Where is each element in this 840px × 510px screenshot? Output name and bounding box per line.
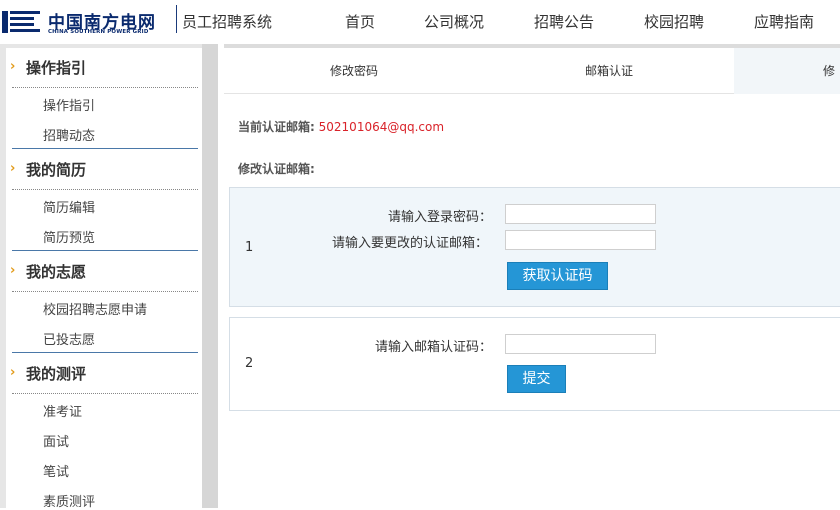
code-label: 请输入邮箱认证码： bbox=[375, 340, 493, 355]
modify-email-label: 修改认证邮箱: bbox=[238, 162, 315, 176]
sidebar-item-guide[interactable]: 操作指引 bbox=[43, 95, 95, 114]
step1-number: 1 bbox=[245, 240, 254, 255]
nav-recruitment-notice[interactable]: 招聘公告 bbox=[534, 11, 594, 32]
sidebar-section-wishes[interactable]: › 我的志愿 bbox=[6, 252, 202, 290]
get-code-button[interactable]: 获取认证码 bbox=[507, 262, 608, 290]
nav-home[interactable]: 首页 bbox=[345, 11, 375, 32]
divider bbox=[12, 250, 198, 251]
tab-bar: 修改密码 邮箱认证 修 bbox=[224, 48, 840, 94]
step1-panel: 1 请输入登录密码： 请输入要更改的认证邮箱： 获取认证码 bbox=[229, 187, 840, 307]
tab-third[interactable]: 修 bbox=[734, 48, 840, 94]
divider bbox=[12, 148, 198, 149]
top-nav: 首页 公司概况 招聘公告 校园招聘 应聘指南 bbox=[0, 11, 840, 33]
new-email-input[interactable] bbox=[505, 230, 656, 250]
sidebar-section-title: 我的测评 bbox=[26, 365, 87, 383]
tab-email-verification[interactable]: 邮箱认证 bbox=[484, 48, 734, 94]
sidebar-item-resume-preview[interactable]: 简历预览 bbox=[43, 227, 95, 246]
verification-code-input[interactable] bbox=[505, 334, 656, 354]
step2-number: 2 bbox=[245, 356, 254, 371]
divider bbox=[12, 393, 198, 394]
current-email-value: 502101064@qq.com bbox=[318, 120, 445, 134]
nav-campus-recruitment[interactable]: 校园招聘 bbox=[644, 11, 704, 32]
step2-panel: 2 请输入邮箱认证码： 提交 bbox=[229, 317, 840, 411]
sidebar-item-submitted[interactable]: 已投志愿 bbox=[43, 329, 95, 348]
sidebar-item-quality-assessment[interactable]: 素质测评 bbox=[43, 491, 95, 510]
divider bbox=[12, 291, 198, 292]
chevron-right-icon: › bbox=[10, 161, 16, 176]
sidebar-section-title: 我的简历 bbox=[26, 161, 87, 179]
sidebar-item-interview[interactable]: 面试 bbox=[43, 431, 69, 450]
sidebar-item-news[interactable]: 招聘动态 bbox=[43, 125, 95, 144]
divider bbox=[12, 189, 198, 190]
sidebar-section-title: 操作指引 bbox=[26, 59, 87, 77]
sidebar-item-admission-ticket[interactable]: 准考证 bbox=[43, 401, 82, 420]
nav-application-guide[interactable]: 应聘指南 bbox=[754, 11, 814, 32]
divider bbox=[12, 87, 198, 88]
current-email-row: 当前认证邮箱: 502101064@qq.com bbox=[238, 118, 444, 135]
chevron-right-icon: › bbox=[10, 263, 16, 278]
current-email-label: 当前认证邮箱: bbox=[238, 120, 315, 134]
header: 中国南方电网 CHINA SOUTHERN POWER GRID 员工招聘系统 … bbox=[0, 0, 840, 44]
sidebar-scrollbar[interactable] bbox=[202, 44, 218, 508]
divider bbox=[12, 352, 198, 353]
chevron-right-icon: › bbox=[10, 59, 16, 74]
password-label: 请输入登录密码： bbox=[388, 210, 493, 225]
password-input[interactable] bbox=[505, 204, 656, 224]
tab-third-label: 修 bbox=[822, 64, 835, 78]
submit-button[interactable]: 提交 bbox=[507, 365, 566, 393]
chevron-right-icon: › bbox=[10, 365, 16, 380]
sidebar-item-campus-apply[interactable]: 校园招聘志愿申请 bbox=[43, 299, 147, 318]
new-email-label: 请输入要更改的认证邮箱： bbox=[332, 236, 489, 251]
nav-company-overview[interactable]: 公司概况 bbox=[424, 11, 484, 32]
sidebar-section-guide[interactable]: › 操作指引 bbox=[6, 48, 202, 86]
sidebar-item-resume-edit[interactable]: 简历编辑 bbox=[43, 197, 95, 216]
tab-change-password[interactable]: 修改密码 bbox=[224, 48, 484, 94]
sidebar-section-title: 我的志愿 bbox=[26, 263, 87, 281]
sidebar-section-assessment[interactable]: › 我的测评 bbox=[6, 354, 202, 392]
main-content: 修改密码 邮箱认证 修 当前认证邮箱: 502101064@qq.com 修改认… bbox=[224, 44, 840, 508]
sidebar-section-resume[interactable]: › 我的简历 bbox=[6, 150, 202, 188]
sidebar: › 操作指引 操作指引 招聘动态 › 我的简历 简历编辑 简历预览 › 我的志愿… bbox=[6, 48, 202, 510]
sidebar-item-written-test[interactable]: 笔试 bbox=[43, 461, 69, 480]
